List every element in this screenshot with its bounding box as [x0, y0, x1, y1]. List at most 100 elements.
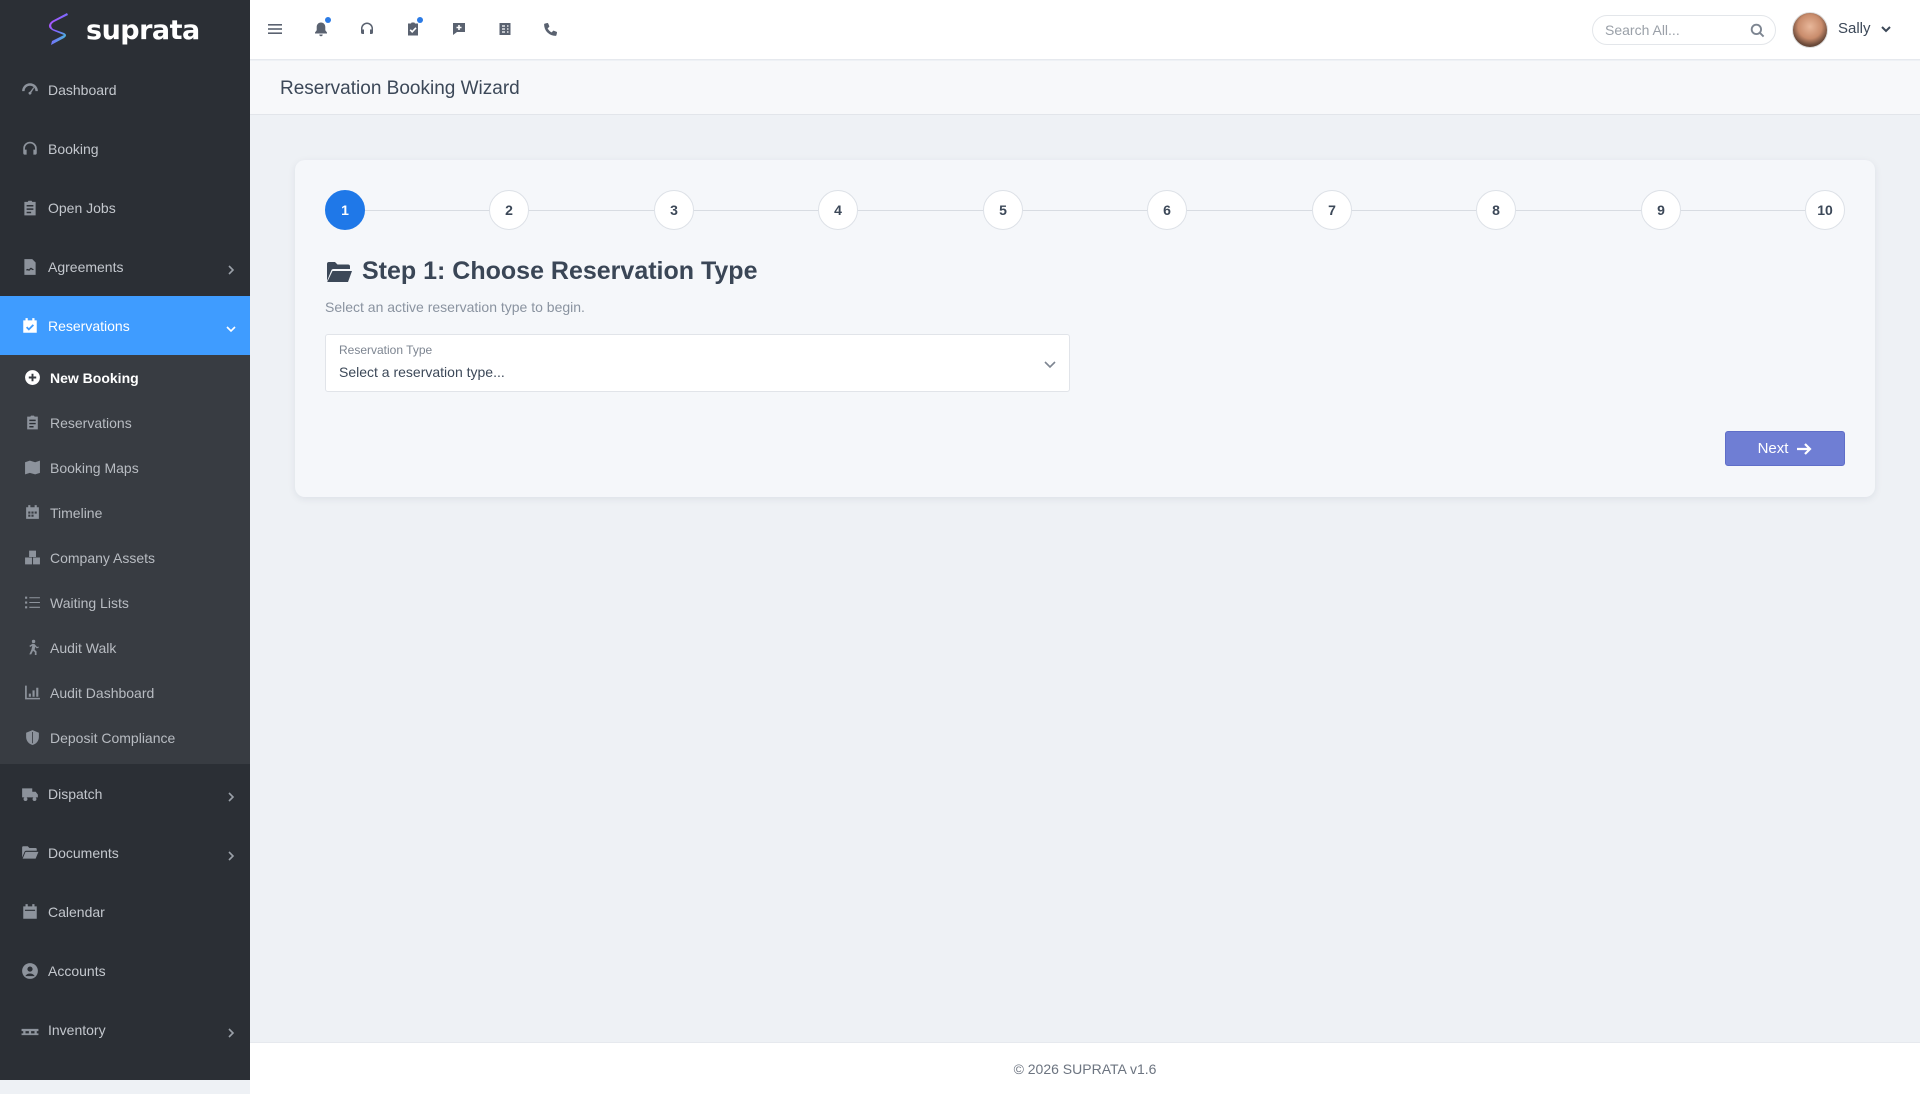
user-avatar[interactable]	[1792, 12, 1828, 48]
sidebar-item-agreements[interactable]: Agreements	[0, 237, 250, 296]
menu-icon[interactable]	[264, 18, 286, 40]
clipboard-list-icon	[20, 198, 40, 218]
step-title: Step 1: Choose Reservation Type	[326, 257, 757, 286]
submenu-item-label: Reservations	[50, 414, 132, 431]
person-walking-icon	[22, 638, 42, 658]
receipt-icon[interactable]	[494, 18, 516, 40]
submenu-item-new-booking[interactable]: New Booking	[0, 355, 250, 400]
submenu-item-label: Audit Walk	[50, 639, 117, 656]
submenu-item-label: Timeline	[50, 504, 103, 521]
wizard-step-5[interactable]: 5	[983, 190, 1023, 230]
sidebar-item-dashboard[interactable]: Dashboard	[0, 60, 250, 119]
pallet-icon	[20, 1020, 40, 1040]
chevron-right-icon	[226, 1025, 236, 1038]
wizard-step-7[interactable]: 7	[1312, 190, 1352, 230]
search-box	[1592, 15, 1776, 45]
plus-circle-icon	[22, 368, 42, 388]
reservation-type-select[interactable]: Reservation Type Select a reservation ty…	[325, 334, 1070, 392]
submenu-item-timeline[interactable]: Timeline	[0, 490, 250, 535]
chevron-down-icon[interactable]	[1880, 22, 1892, 34]
sidebar-item-open-jobs[interactable]: Open Jobs	[0, 178, 250, 237]
sidebar-item-accounts[interactable]: Accounts	[0, 941, 250, 1000]
file-signature-icon	[20, 257, 40, 277]
calendar-days-icon	[22, 503, 42, 523]
sidebar-item-label: Booking	[48, 140, 99, 157]
sidebar-item-reservations[interactable]: Reservations	[0, 296, 250, 355]
submenu-item-audit-walk[interactable]: Audit Walk	[0, 625, 250, 670]
submenu-item-waiting-lists[interactable]: Waiting Lists	[0, 580, 250, 625]
submenu-item-deposit-compliance[interactable]: Deposit Compliance	[0, 715, 250, 760]
list-icon	[22, 593, 42, 613]
sidebar-item-label: Accounts	[48, 962, 106, 979]
submenu-item-label: Waiting Lists	[50, 594, 129, 611]
next-button[interactable]: Next	[1725, 431, 1845, 466]
wizard-step-3[interactable]: 3	[654, 190, 694, 230]
wizard-step-9[interactable]: 9	[1641, 190, 1681, 230]
sidebar-item-label: Calendar	[48, 903, 105, 920]
comment-plus-icon[interactable]	[448, 18, 470, 40]
clipboard-check-icon[interactable]	[402, 17, 424, 40]
map-icon	[22, 458, 42, 478]
topbar: Sally	[250, 0, 1920, 60]
sidebar-item-calendar[interactable]: Calendar	[0, 882, 250, 941]
sidebar-item-label: Inventory	[48, 1021, 106, 1038]
chart-bars-icon	[22, 683, 42, 703]
reservation-type-value: Select a reservation type...	[339, 364, 505, 380]
submenu-item-audit-dashboard[interactable]: Audit Dashboard	[0, 670, 250, 715]
sidebar-item-label: Dispatch	[48, 785, 103, 802]
chevron-right-icon	[226, 848, 236, 861]
sidebar-item-documents[interactable]: Documents	[0, 823, 250, 882]
calendar-check-icon	[20, 316, 40, 336]
bell-icon[interactable]	[310, 17, 332, 40]
search-icon[interactable]	[1750, 23, 1765, 38]
sidebar-item-inventory[interactable]: Inventory	[0, 1000, 250, 1059]
user-name[interactable]: Sally	[1838, 20, 1871, 37]
wizard-step-4[interactable]: 4	[818, 190, 858, 230]
notification-dot	[417, 17, 423, 23]
truck-icon	[20, 784, 40, 804]
arrow-right-icon	[1797, 442, 1812, 455]
submenu-item-label: New Booking	[50, 369, 139, 386]
calendar-icon	[20, 902, 40, 922]
shield-icon	[22, 728, 42, 748]
phone-icon[interactable]	[540, 18, 562, 40]
sidebar-item-label: Documents	[48, 844, 119, 861]
folder-open-icon	[326, 261, 353, 283]
submenu-item-label: Audit Dashboard	[50, 684, 155, 701]
stepper-line	[345, 210, 1825, 211]
brand-name: suprata	[86, 14, 200, 46]
next-button-label: Next	[1757, 440, 1789, 457]
wizard-step-2[interactable]: 2	[489, 190, 529, 230]
sidebar-item-label: Dashboard	[48, 81, 117, 98]
headset-icon	[20, 139, 40, 159]
footer: © 2026 SUPRATA v1.6	[250, 1042, 1920, 1094]
brand[interactable]: suprata	[0, 0, 250, 60]
submenu-item-booking-maps[interactable]: Booking Maps	[0, 445, 250, 490]
notification-dot	[325, 17, 331, 23]
search-input[interactable]	[1593, 16, 1743, 44]
gauge-icon	[20, 80, 40, 100]
sidebar-item-dispatch[interactable]: Dispatch	[0, 764, 250, 823]
wizard-step-10[interactable]: 10	[1805, 190, 1845, 230]
reservations-submenu: New Booking Reservations Booking Maps Timel…	[0, 355, 250, 764]
chevron-down-icon	[226, 321, 236, 332]
page-title: Reservation Booking Wizard	[280, 78, 520, 99]
submenu-item-company-assets[interactable]: Company Assets	[0, 535, 250, 580]
suprata-logo-icon	[48, 13, 68, 45]
chevron-right-icon	[226, 789, 236, 802]
user-circle-icon	[20, 961, 40, 981]
headset-icon[interactable]	[356, 18, 378, 40]
sidebar-item-label: Agreements	[48, 258, 124, 275]
submenu-item-reservations[interactable]: Reservations	[0, 400, 250, 445]
sidebar-item-booking[interactable]: Booking	[0, 119, 250, 178]
wizard-step-6[interactable]: 6	[1147, 190, 1187, 230]
submenu-item-label: Booking Maps	[50, 459, 139, 476]
sidebar-item-label: Open Jobs	[48, 199, 116, 216]
wizard-step-8[interactable]: 8	[1476, 190, 1516, 230]
step-subtitle: Select an active reservation type to beg…	[325, 299, 585, 315]
step-title-text: Step 1: Choose Reservation Type	[362, 257, 758, 285]
chevron-down-icon	[1043, 357, 1057, 371]
submenu-item-label: Company Assets	[50, 549, 156, 566]
wizard-step-1[interactable]: 1	[325, 190, 365, 230]
wizard-stepper: 1 2 3 4 5 6 7 8 9 10	[325, 190, 1845, 230]
